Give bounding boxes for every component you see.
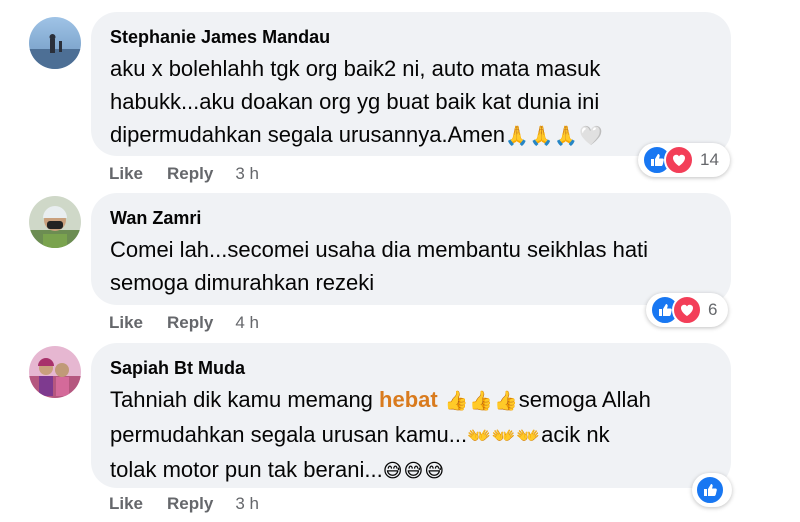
avatar[interactable] xyxy=(29,196,81,248)
comment-bubble: Wan Zamri Comei lah...secomei usaha dia … xyxy=(91,193,731,305)
comment-author[interactable]: Stephanie James Mandau xyxy=(110,26,711,48)
comment-text: Comei lah...secomei usaha dia membantu s… xyxy=(110,237,649,295)
reply-link[interactable]: Reply xyxy=(167,164,213,184)
emoji-group: 👍👍👍 xyxy=(437,390,519,412)
reply-link[interactable]: Reply xyxy=(167,494,213,514)
avatar[interactable] xyxy=(29,17,81,69)
reaction-summary[interactable] xyxy=(692,473,732,507)
reaction-summary[interactable]: 6 xyxy=(646,293,728,327)
comment-actions: Like Reply 3 h xyxy=(109,494,283,514)
reply-link[interactable]: Reply xyxy=(167,313,213,333)
heart-icon xyxy=(664,145,694,175)
timestamp[interactable]: 3 h xyxy=(235,164,259,184)
avatar-photo-icon xyxy=(29,196,81,248)
timestamp[interactable]: 3 h xyxy=(235,494,259,514)
avatar[interactable] xyxy=(29,346,81,398)
comment-actions: Like Reply 3 h xyxy=(109,164,283,184)
thumbs-up-icon xyxy=(695,475,725,505)
like-link[interactable]: Like xyxy=(109,164,143,184)
reaction-summary[interactable]: 14 xyxy=(638,143,730,177)
reaction-count: 6 xyxy=(708,300,718,319)
avatar-photo-icon xyxy=(29,346,81,398)
reaction-count: 14 xyxy=(700,150,719,169)
comment-actions: Like Reply 4 h xyxy=(109,313,283,333)
like-link[interactable]: Like xyxy=(109,494,143,514)
comment-bubble: Sapiah Bt Muda Tahniah dik kamu memang h… xyxy=(91,343,731,488)
highlighted-word: hebat xyxy=(379,387,438,412)
comment-bubble: Stephanie James Mandau aku x bolehlahh t… xyxy=(91,12,731,156)
emoji-group: 🙏🙏🙏🤍 xyxy=(505,125,604,147)
comment-text: aku x bolehlahh tgk org baik2 ni, auto m… xyxy=(110,56,604,147)
avatar-photo-icon xyxy=(29,17,81,69)
comment-text: Tahniah dik kamu memang hebat 👍👍👍semoga … xyxy=(110,387,651,482)
emoji-group: 😅😅😅 xyxy=(382,460,446,482)
comment-author[interactable]: Sapiah Bt Muda xyxy=(110,357,711,379)
comment-author[interactable]: Wan Zamri xyxy=(110,207,711,229)
heart-icon xyxy=(672,295,702,325)
emoji-group: 👐👐👐 xyxy=(467,425,542,447)
timestamp[interactable]: 4 h xyxy=(235,313,259,333)
like-link[interactable]: Like xyxy=(109,313,143,333)
